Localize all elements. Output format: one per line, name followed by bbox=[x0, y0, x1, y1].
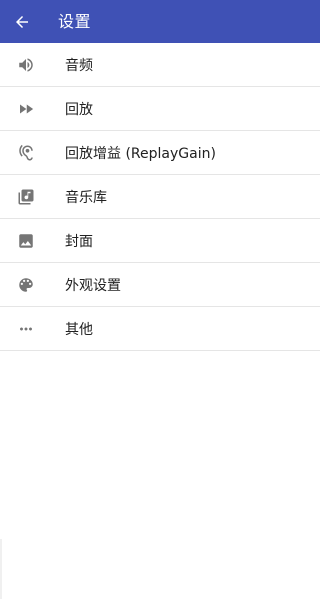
settings-item-label: 回放增益 (ReplayGain) bbox=[65, 145, 216, 162]
settings-item-label: 外观设置 bbox=[65, 277, 121, 294]
back-button[interactable] bbox=[0, 0, 44, 43]
settings-list: 音频 回放 回放增益 (ReplayGain) 音乐库 封面 外观设置 其他 bbox=[0, 43, 320, 351]
settings-item-replaygain[interactable]: 回放增益 (ReplayGain) bbox=[0, 131, 320, 175]
fast-forward-icon bbox=[0, 87, 52, 131]
more-horiz-icon bbox=[0, 307, 52, 351]
settings-screen: 设置 音频 回放 回放增益 (ReplayGain) 音乐库 封面 外观设置 其… bbox=[0, 0, 320, 599]
settings-item-other[interactable]: 其他 bbox=[0, 307, 320, 351]
page-title: 设置 bbox=[58, 12, 92, 31]
hearing-icon bbox=[0, 131, 52, 175]
settings-item-appearance[interactable]: 外观设置 bbox=[0, 263, 320, 307]
settings-item-label: 回放 bbox=[65, 101, 93, 118]
settings-item-cover[interactable]: 封面 bbox=[0, 219, 320, 263]
settings-item-playback[interactable]: 回放 bbox=[0, 87, 320, 131]
arrow-left-icon bbox=[16, 15, 28, 28]
settings-item-label: 音乐库 bbox=[65, 189, 107, 206]
app-toolbar: 设置 bbox=[0, 0, 320, 43]
music-library-icon bbox=[0, 175, 52, 219]
image-icon bbox=[0, 219, 52, 263]
volume-icon bbox=[0, 43, 52, 87]
settings-item-label: 音频 bbox=[65, 57, 93, 74]
settings-item-label: 其他 bbox=[65, 321, 93, 338]
edge-shadow bbox=[0, 539, 2, 599]
settings-item-audio[interactable]: 音频 bbox=[0, 43, 320, 87]
settings-item-label: 封面 bbox=[65, 233, 93, 250]
settings-item-library[interactable]: 音乐库 bbox=[0, 175, 320, 219]
palette-icon bbox=[0, 263, 52, 307]
